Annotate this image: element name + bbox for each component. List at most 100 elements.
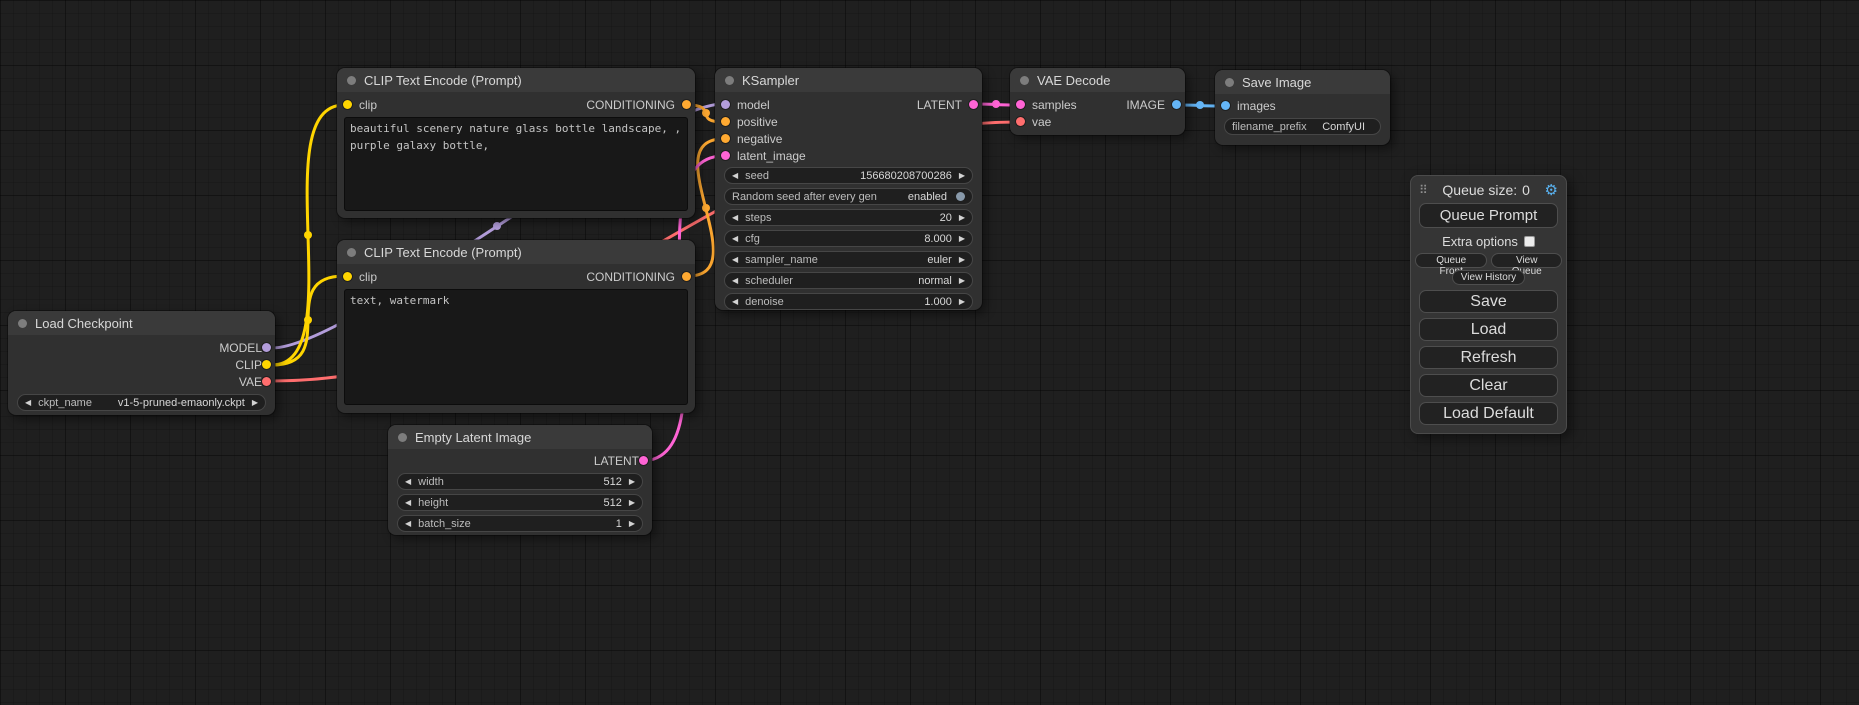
collapse-dot-icon[interactable] xyxy=(1225,78,1234,87)
node-title-bar[interactable]: KSampler xyxy=(715,68,982,92)
widget-ckpt-name[interactable]: ◀ ckpt_name v1-5-pruned-emaonly.ckpt ▶ xyxy=(17,394,266,411)
prompt-textarea[interactable]: text, watermark xyxy=(344,289,688,405)
output-label-conditioning: CONDITIONING xyxy=(586,270,675,284)
collapse-dot-icon[interactable] xyxy=(347,76,356,85)
node-empty-latent-image[interactable]: Empty Latent Image LATENT ◀ width 512 ▶ … xyxy=(388,425,652,535)
image-output-socket[interactable] xyxy=(1172,100,1181,109)
node-graph-canvas[interactable]: Load Checkpoint MODEL CLIP VAE ◀ ckpt_na… xyxy=(0,0,1859,705)
widget-sampler-name[interactable]: ◀ sampler_name euler ▶ xyxy=(724,251,973,268)
widget-steps[interactable]: ◀ steps 20 ▶ xyxy=(724,209,973,226)
queue-size-label: Queue size: xyxy=(1442,182,1517,198)
decrement-arrow-icon[interactable]: ◀ xyxy=(732,277,738,285)
decrement-arrow-icon[interactable]: ◀ xyxy=(405,499,411,507)
decrement-arrow-icon[interactable]: ◀ xyxy=(732,256,738,264)
node-title-bar[interactable]: Save Image xyxy=(1215,70,1390,94)
drag-handle-icon[interactable]: ⠿ xyxy=(1419,183,1428,197)
node-title-bar[interactable]: VAE Decode xyxy=(1010,68,1185,92)
node-save-image[interactable]: Save Image images filename_prefix ComfyU… xyxy=(1215,70,1390,145)
save-button[interactable]: Save xyxy=(1419,290,1558,313)
widget-seed[interactable]: ◀ seed 156680208700286 ▶ xyxy=(724,167,973,184)
widget-denoise[interactable]: ◀ denoise 1.000 ▶ xyxy=(724,293,973,310)
increment-arrow-icon[interactable]: ▶ xyxy=(252,399,258,407)
queue-prompt-button[interactable]: Queue Prompt xyxy=(1419,203,1558,228)
model-output-socket[interactable] xyxy=(262,343,271,352)
refresh-button[interactable]: Refresh xyxy=(1419,346,1558,369)
widget-cfg[interactable]: ◀ cfg 8.000 ▶ xyxy=(724,230,973,247)
decrement-arrow-icon[interactable]: ◀ xyxy=(732,172,738,180)
increment-arrow-icon[interactable]: ▶ xyxy=(959,172,965,180)
widget-name: cfg xyxy=(745,233,760,245)
queue-size-value: 0 xyxy=(1522,182,1530,198)
latent-image-input-socket[interactable] xyxy=(721,151,730,160)
increment-arrow-icon[interactable]: ▶ xyxy=(629,499,635,507)
settings-gear-icon[interactable]: ⚙ xyxy=(1545,183,1558,198)
decrement-arrow-icon[interactable]: ◀ xyxy=(732,235,738,243)
view-queue-button[interactable]: View Queue xyxy=(1491,253,1562,268)
collapse-dot-icon[interactable] xyxy=(347,248,356,257)
toggle-on-indicator[interactable] xyxy=(956,192,965,201)
widget-value: 512 xyxy=(603,476,621,488)
increment-arrow-icon[interactable]: ▶ xyxy=(629,520,635,528)
decrement-arrow-icon[interactable]: ◀ xyxy=(25,399,31,407)
widget-name: width xyxy=(418,476,444,488)
input-label-clip: clip xyxy=(359,270,377,284)
collapse-dot-icon[interactable] xyxy=(18,319,27,328)
widget-value: 20 xyxy=(940,212,952,224)
node-ksampler[interactable]: KSampler model LATENT positive negative xyxy=(715,68,982,310)
node-title-bar[interactable]: CLIP Text Encode (Prompt) xyxy=(337,68,695,92)
view-history-button[interactable]: View History xyxy=(1452,270,1525,285)
node-title-bar[interactable]: Empty Latent Image xyxy=(388,425,652,449)
increment-arrow-icon[interactable]: ▶ xyxy=(959,298,965,306)
clip-input-socket[interactable] xyxy=(343,272,352,281)
collapse-dot-icon[interactable] xyxy=(398,433,407,442)
widget-height[interactable]: ◀ height 512 ▶ xyxy=(397,494,643,511)
load-default-button[interactable]: Load Default xyxy=(1419,402,1558,425)
node-title-bar[interactable]: Load Checkpoint xyxy=(8,311,275,335)
clip-output-socket[interactable] xyxy=(262,360,271,369)
input-label-latent-image: latent_image xyxy=(737,149,806,163)
node-load-checkpoint[interactable]: Load Checkpoint MODEL CLIP VAE ◀ ckpt_na… xyxy=(8,311,275,415)
collapse-dot-icon[interactable] xyxy=(1020,76,1029,85)
images-input-socket[interactable] xyxy=(1221,101,1230,110)
increment-arrow-icon[interactable]: ▶ xyxy=(959,256,965,264)
decrement-arrow-icon[interactable]: ◀ xyxy=(405,520,411,528)
widget-filename-prefix[interactable]: filename_prefix ComfyUI xyxy=(1224,118,1381,135)
increment-arrow-icon[interactable]: ▶ xyxy=(959,277,965,285)
model-input-socket[interactable] xyxy=(721,100,730,109)
vae-input-socket[interactable] xyxy=(1016,117,1025,126)
widget-width[interactable]: ◀ width 512 ▶ xyxy=(397,473,643,490)
queue-front-button[interactable]: Queue Front xyxy=(1415,253,1487,268)
extra-options-checkbox[interactable] xyxy=(1524,236,1535,247)
conditioning-output-socket[interactable] xyxy=(682,100,691,109)
increment-arrow-icon[interactable]: ▶ xyxy=(959,235,965,243)
widget-random-seed-toggle[interactable]: Random seed after every gen enabled xyxy=(724,188,973,205)
positive-input-socket[interactable] xyxy=(721,117,730,126)
vae-output-socket[interactable] xyxy=(262,377,271,386)
collapse-dot-icon[interactable] xyxy=(725,76,734,85)
negative-input-socket[interactable] xyxy=(721,134,730,143)
widget-scheduler[interactable]: ◀ scheduler normal ▶ xyxy=(724,272,973,289)
widget-name: Random seed after every gen xyxy=(732,191,877,203)
load-button[interactable]: Load xyxy=(1419,318,1558,341)
widget-name: batch_size xyxy=(418,518,471,530)
increment-arrow-icon[interactable]: ▶ xyxy=(629,478,635,486)
clear-button[interactable]: Clear xyxy=(1419,374,1558,397)
conditioning-output-socket[interactable] xyxy=(682,272,691,281)
node-title-bar[interactable]: CLIP Text Encode (Prompt) xyxy=(337,240,695,264)
latent-output-socket[interactable] xyxy=(969,100,978,109)
increment-arrow-icon[interactable]: ▶ xyxy=(959,214,965,222)
decrement-arrow-icon[interactable]: ◀ xyxy=(732,214,738,222)
latent-output-socket[interactable] xyxy=(639,456,648,465)
node-clip-text-encode-negative[interactable]: CLIP Text Encode (Prompt) clip CONDITION… xyxy=(337,240,695,413)
widget-batch-size[interactable]: ◀ batch_size 1 ▶ xyxy=(397,515,643,532)
decrement-arrow-icon[interactable]: ◀ xyxy=(732,298,738,306)
widget-name: denoise xyxy=(745,296,784,308)
node-clip-text-encode-positive[interactable]: CLIP Text Encode (Prompt) clip CONDITION… xyxy=(337,68,695,218)
node-vae-decode[interactable]: VAE Decode samples IMAGE vae xyxy=(1010,68,1185,135)
decrement-arrow-icon[interactable]: ◀ xyxy=(405,478,411,486)
node-title: Empty Latent Image xyxy=(415,430,531,445)
samples-input-socket[interactable] xyxy=(1016,100,1025,109)
prompt-textarea[interactable]: beautiful scenery nature glass bottle la… xyxy=(344,117,688,211)
queue-control-panel: ⠿ Queue size: 0 ⚙ Queue Prompt Extra opt… xyxy=(1410,175,1567,434)
clip-input-socket[interactable] xyxy=(343,100,352,109)
